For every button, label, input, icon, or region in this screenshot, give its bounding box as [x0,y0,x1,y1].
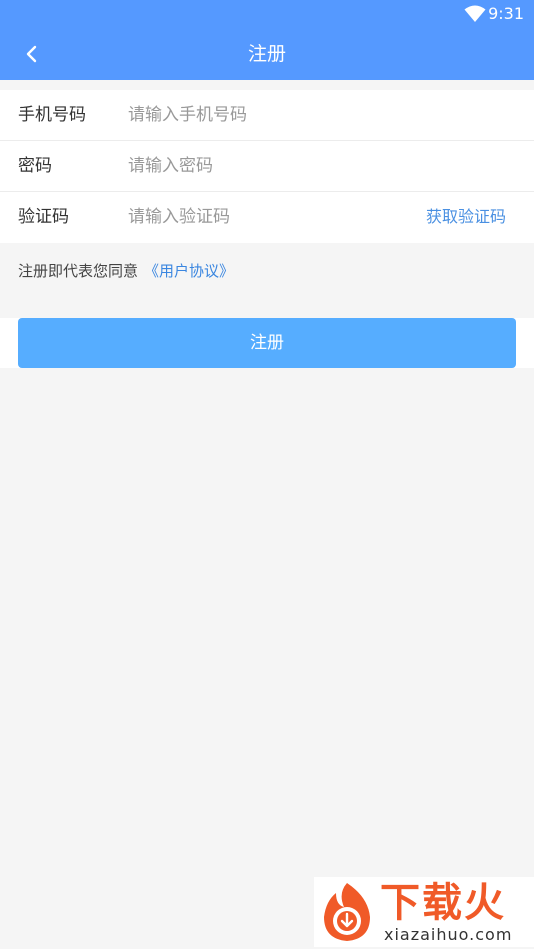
phone-input[interactable] [128,100,408,130]
password-label: 密码 [18,156,52,176]
page-title: 注册 [247,43,286,65]
get-code-button[interactable]: 获取验证码 [426,192,506,242]
watermark-domain: xiazaihuo.com [384,925,513,944]
user-agreement-link[interactable]: 《用户协议》 [144,262,234,280]
app-bar: 注册 [0,28,534,80]
submit-area: 注册 [0,318,534,368]
code-input[interactable] [128,202,388,232]
flame-logo-icon [324,883,370,941]
register-button[interactable]: 注册 [18,318,516,368]
watermark: 下载火 xiazaihuo.com [314,877,534,947]
wifi-icon [464,5,486,22]
phone-row: 手机号码 [0,90,534,141]
register-screen: 9:31 注册 手机号码 密码 验证码 获取验证码 注册即代表您同意《用户协议》… [0,0,534,949]
phone-label: 手机号码 [18,105,86,125]
agreement: 注册即代表您同意 《用户协议》 [18,260,234,282]
code-row: 验证码 获取验证码 [0,192,534,243]
agreement-text: 注册即代表您同意 [18,262,139,280]
status-bar: 9:31 [0,0,534,28]
status-time: 9:31 [488,4,524,23]
register-form: 手机号码 密码 验证码 获取验证码 [0,90,534,243]
watermark-brand: 下载火 [380,880,506,926]
password-row: 密码 [0,141,534,192]
password-input[interactable] [128,151,408,181]
code-label: 验证码 [18,207,69,227]
